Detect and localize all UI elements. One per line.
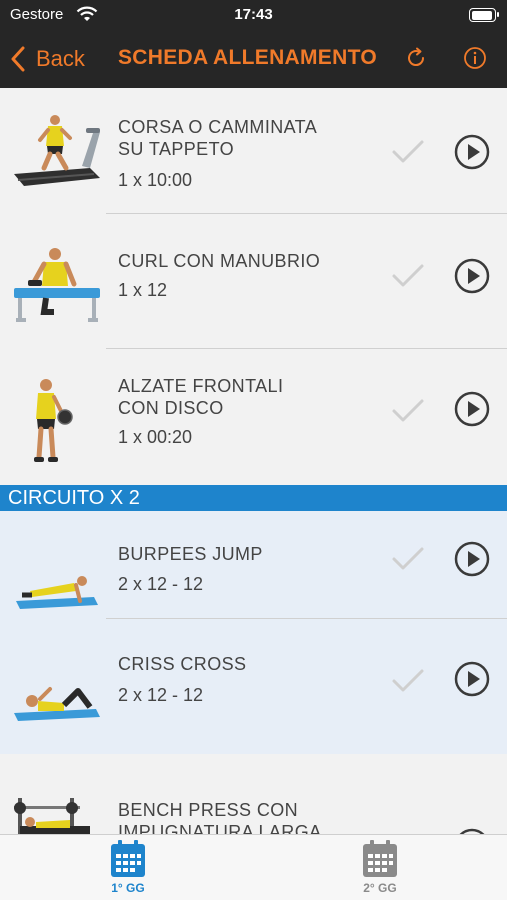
front-raise-exercise-thumbnail (34, 379, 73, 462)
check-icon[interactable] (390, 262, 426, 290)
tab-bar: 1° GG 2° GG (0, 834, 507, 900)
check-icon[interactable] (390, 667, 426, 695)
bench-press-exercise-thumbnail (14, 798, 90, 834)
treadmill-exercise-thumbnail (14, 115, 100, 186)
exercise-name-line: CON DISCO (118, 398, 224, 418)
back-label: Back (36, 46, 85, 71)
play-icon[interactable] (454, 391, 490, 427)
exercise-reps: 1 x 10:00 (118, 170, 193, 190)
calendar-icon (363, 840, 397, 877)
tab-label: 1° GG (111, 881, 145, 895)
burpees-exercise-thumbnail (16, 576, 98, 609)
exercise-reps: 1 x 12 (118, 280, 168, 300)
list-item[interactable]: CURL CON MANUBRIO 1 x 12 (0, 214, 507, 349)
list-item[interactable]: BENCH PRESS CON IMPUGNATURA LARGA (0, 754, 507, 834)
check-icon[interactable] (390, 397, 426, 425)
play-icon[interactable] (454, 541, 490, 577)
clock: 17:43 (234, 6, 273, 23)
exercise-name: CURL CON MANUBRIO (118, 250, 320, 272)
exercise-name-line: IMPUGNATURA LARGA (118, 822, 322, 834)
exercise-name: CRISS CROSS (118, 653, 246, 675)
list-item[interactable]: ALZATE FRONTALI CON DISCO 1 x 00:20 (0, 349, 507, 485)
list-item[interactable]: CRISS CROSS 2 x 12 - 12 (0, 619, 507, 754)
exercise-name-line: CORSA O CAMMINATA (118, 117, 318, 137)
status-bar: Gestore 17:43 (0, 0, 507, 30)
list-item[interactable]: CORSA O CAMMINATA SU TAPPETO 1 x 10:00 (0, 88, 507, 214)
exercise-name-line: CRISS CROSS (118, 654, 247, 674)
tab-day-2[interactable]: 2° GG (340, 839, 420, 895)
exercise-name: BENCH PRESS CON IMPUGNATURA LARGA (118, 799, 322, 834)
tab-label: 2° GG (363, 881, 397, 895)
exercise-name-line: BENCH PRESS CON (118, 800, 299, 820)
exercise-reps: 2 x 12 - 12 (118, 574, 204, 594)
calendar-icon (111, 840, 145, 877)
list-item[interactable]: BURPEES JUMP 2 x 12 - 12 (0, 511, 507, 619)
check-icon[interactable] (390, 138, 426, 166)
circuit-section-header: CIRCUITO X 2 (0, 485, 507, 511)
navigation-bar: Back SCHEDA ALLENAMENTO (0, 30, 507, 88)
exercise-list[interactable]: CORSA O CAMMINATA SU TAPPETO 1 x 10:00 C… (0, 88, 507, 834)
exercise-name: BURPEES JUMP (118, 543, 263, 565)
exercise-name-line: SU TAPPETO (118, 139, 235, 159)
exercise-name-line: ALZATE FRONTALI (118, 376, 284, 396)
tab-day-1[interactable]: 1° GG (88, 839, 168, 895)
exercise-reps: 1 x 00:20 (118, 427, 193, 447)
exercise-reps: 2 x 12 - 12 (118, 685, 204, 705)
top-bar: Gestore 17:43 Back SCHEDA ALLENAMENTO (0, 0, 507, 88)
back-button[interactable]: Back (10, 44, 85, 74)
chevron-left-icon (11, 46, 25, 72)
page-title: SCHEDA ALLENAMENTO (118, 46, 377, 69)
info-icon[interactable] (463, 46, 487, 70)
refresh-icon[interactable] (404, 46, 428, 70)
check-icon[interactable] (390, 545, 426, 573)
battery-icon (469, 8, 499, 22)
criss-cross-exercise-thumbnail (14, 687, 100, 721)
play-icon[interactable] (454, 661, 490, 697)
curl-exercise-thumbnail (14, 248, 100, 322)
play-icon[interactable] (454, 134, 490, 170)
exercise-name-line: BURPEES JUMP (118, 544, 263, 564)
exercise-name-line: CURL CON MANUBRIO (118, 251, 321, 271)
exercise-name: ALZATE FRONTALI CON DISCO (118, 375, 283, 419)
exercise-name: CORSA O CAMMINATA SU TAPPETO (118, 116, 317, 160)
play-icon[interactable] (454, 258, 490, 294)
